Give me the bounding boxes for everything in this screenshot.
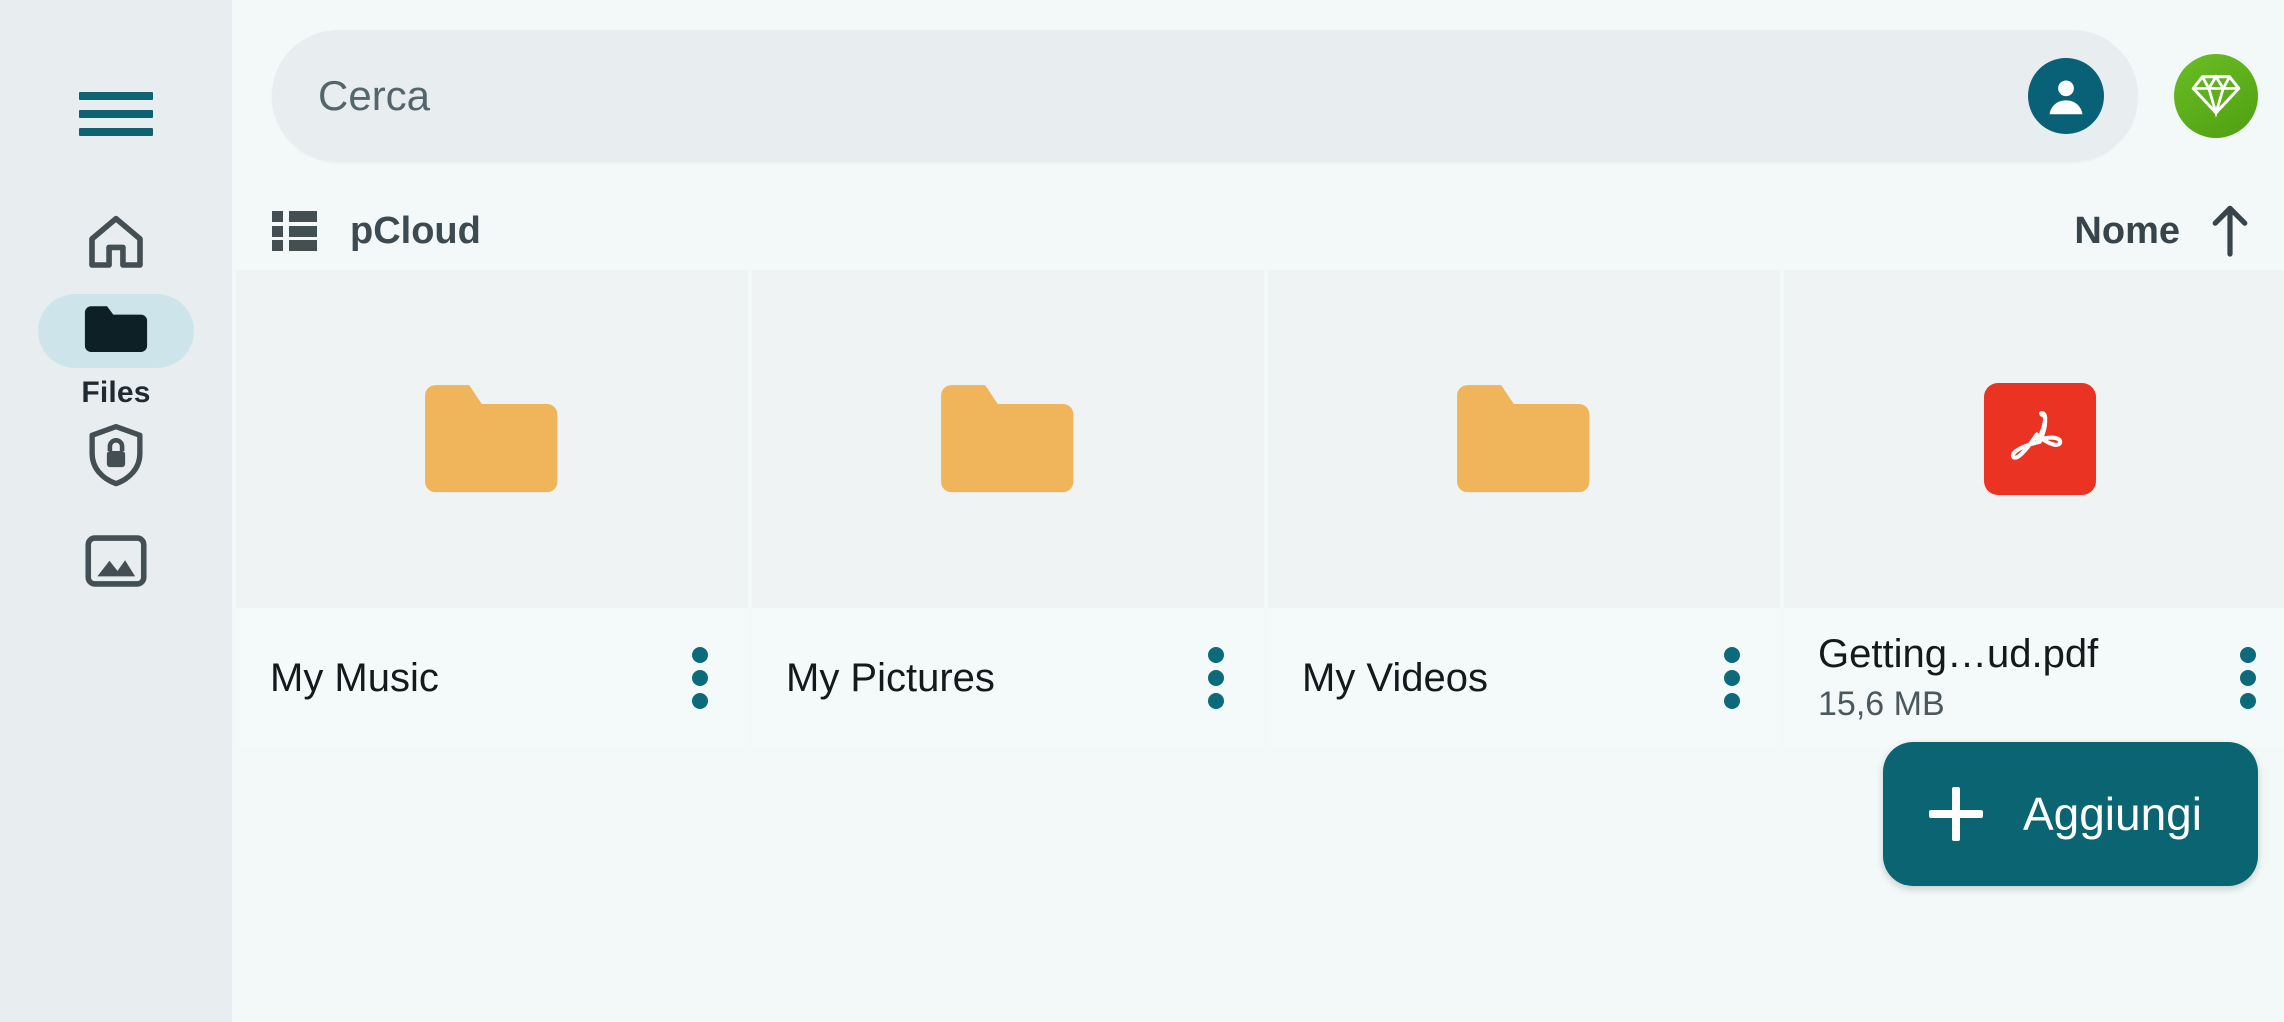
list-view-bar xyxy=(289,211,317,222)
list-view-row xyxy=(272,211,318,222)
file-name: Getting…ud.pdf xyxy=(1818,632,2099,676)
list-view-bar xyxy=(289,240,317,251)
file-tile-text: My Videos xyxy=(1302,656,1722,701)
file-tile-footer: My Music xyxy=(236,608,748,748)
file-size: 15,6 MB xyxy=(1818,685,1945,723)
sidebar-item-home-pill xyxy=(38,206,194,280)
sidebar-item-crypto[interactable] xyxy=(0,420,232,494)
kebab-dot xyxy=(692,647,708,663)
file-options-menu-icon[interactable] xyxy=(690,647,710,709)
kebab-dot xyxy=(1208,670,1224,686)
pdf-icon xyxy=(1984,383,2096,495)
toolbar: pCloud Nome xyxy=(232,192,2284,270)
kebab-dot xyxy=(1724,693,1740,709)
search-input[interactable] xyxy=(318,72,2028,120)
list-view-square xyxy=(272,240,283,251)
sidebar-item-files[interactable]: Files xyxy=(0,294,232,410)
file-name: My Pictures xyxy=(786,655,995,700)
folder-icon xyxy=(81,301,151,362)
file-thumbnail xyxy=(1268,270,1780,608)
file-options-menu-icon[interactable] xyxy=(1206,647,1226,709)
home-icon xyxy=(84,211,148,276)
file-options-menu-icon[interactable] xyxy=(2238,647,2258,709)
file-name: My Videos xyxy=(1302,655,1489,700)
list-view-bar xyxy=(289,225,317,237)
file-tile[interactable]: My Pictures xyxy=(752,270,1264,748)
list-view-row xyxy=(272,240,318,251)
file-tile[interactable]: My Videos xyxy=(1268,270,1780,748)
file-thumbnail xyxy=(1784,270,2284,608)
list-view-square xyxy=(272,211,283,222)
header-bar xyxy=(232,0,2284,192)
add-button[interactable]: Aggiungi xyxy=(1882,742,2258,886)
sidebar-item-files-pill xyxy=(38,294,194,368)
sidebar-item-photos[interactable] xyxy=(0,526,232,600)
list-view-icon[interactable] xyxy=(272,211,318,251)
folder-icon xyxy=(416,378,568,500)
kebab-dot xyxy=(1208,693,1224,709)
file-tile-footer: My Videos xyxy=(1268,608,1780,748)
hamburger-line xyxy=(79,128,153,136)
kebab-dot xyxy=(1208,647,1224,663)
file-thumbnail xyxy=(236,270,748,608)
file-tile-text: My Pictures xyxy=(786,656,1206,701)
file-tile-footer: My Pictures xyxy=(752,608,1264,748)
sidebar: Files xyxy=(0,0,232,1022)
kebab-dot xyxy=(692,693,708,709)
file-name: My Music xyxy=(270,655,439,700)
hamburger-line xyxy=(79,110,153,118)
file-options-menu-icon[interactable] xyxy=(1722,647,1742,709)
sidebar-item-home[interactable] xyxy=(0,206,232,280)
kebab-dot xyxy=(2240,670,2256,686)
hamburger-menu-icon[interactable] xyxy=(78,86,154,142)
shield-lock-icon xyxy=(85,422,147,493)
add-button-label: Aggiungi xyxy=(2022,788,2202,840)
list-view-row xyxy=(272,225,318,237)
diamond-icon xyxy=(2190,70,2242,123)
image-icon xyxy=(83,532,149,595)
folder-icon xyxy=(1448,378,1600,500)
main-content: pCloud Nome My Music xyxy=(232,0,2284,1022)
file-tile[interactable]: My Music xyxy=(236,270,748,748)
list-view-square xyxy=(272,225,283,237)
account-avatar-icon[interactable] xyxy=(2028,58,2104,134)
breadcrumb[interactable]: pCloud xyxy=(350,210,481,253)
file-grid: My Music My Pictures My Videos Getting…u… xyxy=(236,270,2284,748)
kebab-dot xyxy=(1724,670,1740,686)
sidebar-item-crypto-pill xyxy=(38,420,194,494)
hamburger-line xyxy=(79,92,153,100)
search-bar[interactable] xyxy=(272,30,2138,162)
sidebar-item-label: Files xyxy=(81,376,151,409)
file-thumbnail xyxy=(752,270,1264,608)
folder-icon xyxy=(932,378,1084,500)
premium-diamond-button[interactable] xyxy=(2174,54,2258,138)
file-tile-footer: Getting…ud.pdf 15,6 MB xyxy=(1784,608,2284,748)
kebab-dot xyxy=(692,670,708,686)
file-tile-text: My Music xyxy=(270,656,690,701)
arrow-up-icon[interactable] xyxy=(2208,203,2252,259)
kebab-dot xyxy=(2240,693,2256,709)
file-tile[interactable]: Getting…ud.pdf 15,6 MB xyxy=(1784,270,2284,748)
kebab-dot xyxy=(1724,647,1740,663)
plus-icon xyxy=(1928,787,1983,841)
sidebar-item-photos-pill xyxy=(38,526,194,600)
sort-by-label[interactable]: Nome xyxy=(2074,210,2180,253)
kebab-dot xyxy=(2240,647,2256,663)
file-tile-text: Getting…ud.pdf 15,6 MB xyxy=(1818,632,2238,724)
